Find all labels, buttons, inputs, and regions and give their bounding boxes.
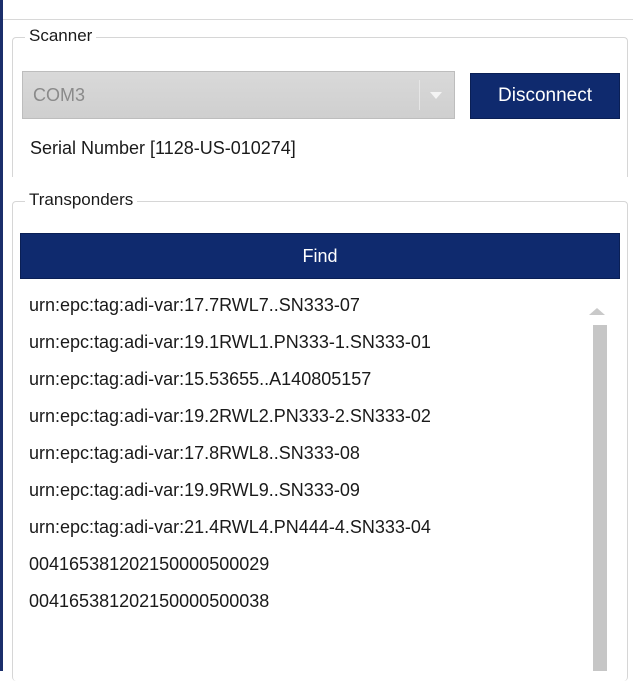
list-item[interactable]: urn:epc:tag:adi-var:19.9RWL9..SN333-09 bbox=[29, 479, 360, 501]
list-item[interactable]: 004165381202150000500038 bbox=[29, 590, 269, 612]
list-item[interactable]: urn:epc:tag:adi-var:19.2RWL2.PN333-2.SN3… bbox=[29, 405, 431, 427]
transponder-list[interactable]: urn:epc:tag:adi-var:17.7RWL7..SN333-07 u… bbox=[20, 283, 620, 671]
scroll-up-arrow-icon[interactable] bbox=[589, 308, 605, 315]
window-top-divider bbox=[3, 19, 633, 20]
list-item[interactable]: urn:epc:tag:adi-var:17.8RWL8..SN333-08 bbox=[29, 442, 360, 464]
list-item[interactable]: urn:epc:tag:adi-var:19.1RWL1.PN333-1.SN3… bbox=[29, 331, 431, 353]
scrollbar-thumb[interactable] bbox=[593, 325, 607, 671]
port-select[interactable]: COM3 bbox=[22, 71, 455, 119]
port-select-value: COM3 bbox=[33, 85, 86, 105]
disconnect-button[interactable]: Disconnect bbox=[470, 73, 620, 119]
list-item[interactable]: 004165381202150000500029 bbox=[29, 553, 269, 575]
port-select-divider bbox=[419, 80, 420, 110]
find-button[interactable]: Find bbox=[20, 233, 620, 279]
list-item[interactable]: urn:epc:tag:adi-var:15.53655..A140805157 bbox=[29, 368, 371, 390]
list-item[interactable]: urn:epc:tag:adi-var:21.4RWL4.PN444-4.SN3… bbox=[29, 516, 431, 538]
window-left-border bbox=[0, 0, 3, 671]
chevron-down-icon[interactable] bbox=[430, 92, 442, 99]
list-item[interactable]: urn:epc:tag:adi-var:17.7RWL7..SN333-07 bbox=[29, 294, 360, 316]
scanner-group-title: Scanner bbox=[25, 26, 97, 46]
transponders-group-title: Transponders bbox=[25, 190, 138, 210]
serial-number-label: Serial Number [1128-US-010274] bbox=[30, 138, 296, 158]
